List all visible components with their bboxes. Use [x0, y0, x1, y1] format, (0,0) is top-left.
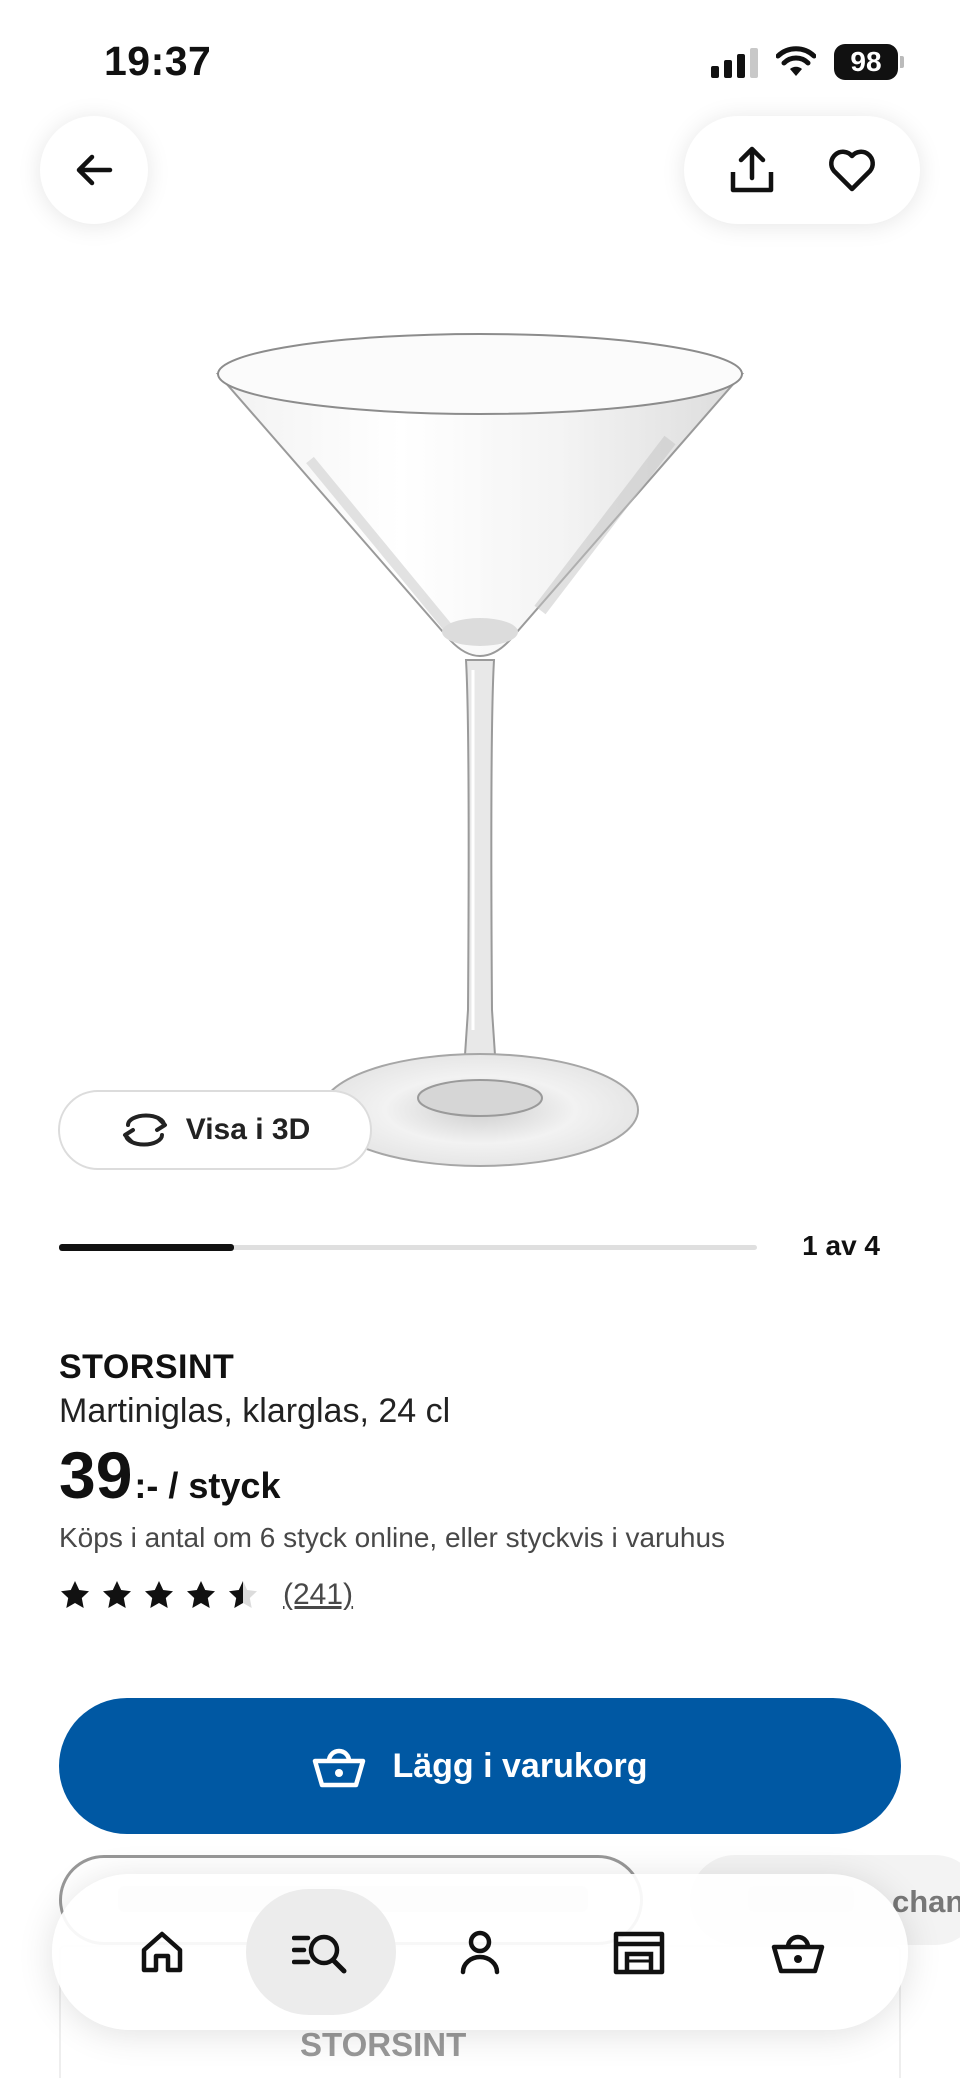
favourite-button[interactable]	[820, 138, 884, 202]
gallery-progress-bar	[59, 1244, 757, 1251]
battery-indicator: 98	[834, 44, 904, 80]
product-image[interactable]	[200, 310, 760, 1190]
rotate-3d-icon	[122, 1113, 167, 1147]
share-icon	[730, 146, 774, 193]
price-unit: :- / styck	[134, 1465, 281, 1506]
basket-icon	[313, 1748, 366, 1788]
add-to-cart-label: Lägg i varukorg	[392, 1746, 648, 1785]
star-icon	[187, 1581, 215, 1608]
product-rating[interactable]: (241)	[59, 1578, 353, 1612]
add-to-cart-button[interactable]: Lägg i varukorg	[59, 1698, 901, 1834]
gallery-progress-fill	[59, 1244, 234, 1251]
nav-profile[interactable]	[405, 1889, 555, 2015]
rating-stars	[59, 1579, 259, 1611]
search-icon	[291, 1934, 347, 1974]
basket-icon	[772, 1934, 825, 1974]
star-icon	[61, 1581, 89, 1608]
gallery-position: 1 av 4	[802, 1230, 880, 1261]
half-star-icon	[229, 1581, 257, 1608]
rating-count-link[interactable]: (241)	[283, 1578, 353, 1612]
purchase-note: Köps i antal om 6 styck online, eller st…	[59, 1522, 726, 1553]
cellular-signal-icon	[711, 46, 758, 78]
price-integer: 39	[59, 1438, 133, 1512]
status-time: 19:37	[104, 38, 212, 84]
nav-basket[interactable]	[723, 1889, 873, 2015]
product-brand: STORSINT	[59, 1348, 235, 1386]
back-button[interactable]	[40, 116, 148, 224]
view-3d-button[interactable]: Visa i 3D	[58, 1090, 372, 1170]
view-3d-label: Visa i 3D	[185, 1113, 311, 1146]
heart-icon	[829, 149, 875, 192]
home-icon	[141, 1931, 182, 1973]
star-icon	[145, 1581, 173, 1608]
bottom-navigation	[52, 1874, 908, 2030]
product-description: Martiniglas, klarglas, 24 cl	[59, 1392, 451, 1430]
star-icon	[103, 1581, 131, 1608]
background-card-title: STORSINT	[300, 2026, 467, 2063]
background-partial-text: chan	[892, 1884, 960, 1919]
arrow-left-icon	[76, 154, 113, 186]
store-icon	[613, 1931, 665, 1975]
nav-store[interactable]	[564, 1889, 714, 2015]
product-price: 39 :- / styck	[59, 1442, 280, 1508]
nav-home[interactable]	[87, 1889, 237, 2015]
share-button[interactable]	[720, 138, 784, 202]
wifi-icon	[776, 46, 816, 76]
profile-icon	[460, 1930, 500, 1975]
share-favourite-group	[684, 116, 920, 224]
status-icons: 98	[711, 44, 904, 80]
nav-search[interactable]	[245, 1889, 396, 2015]
